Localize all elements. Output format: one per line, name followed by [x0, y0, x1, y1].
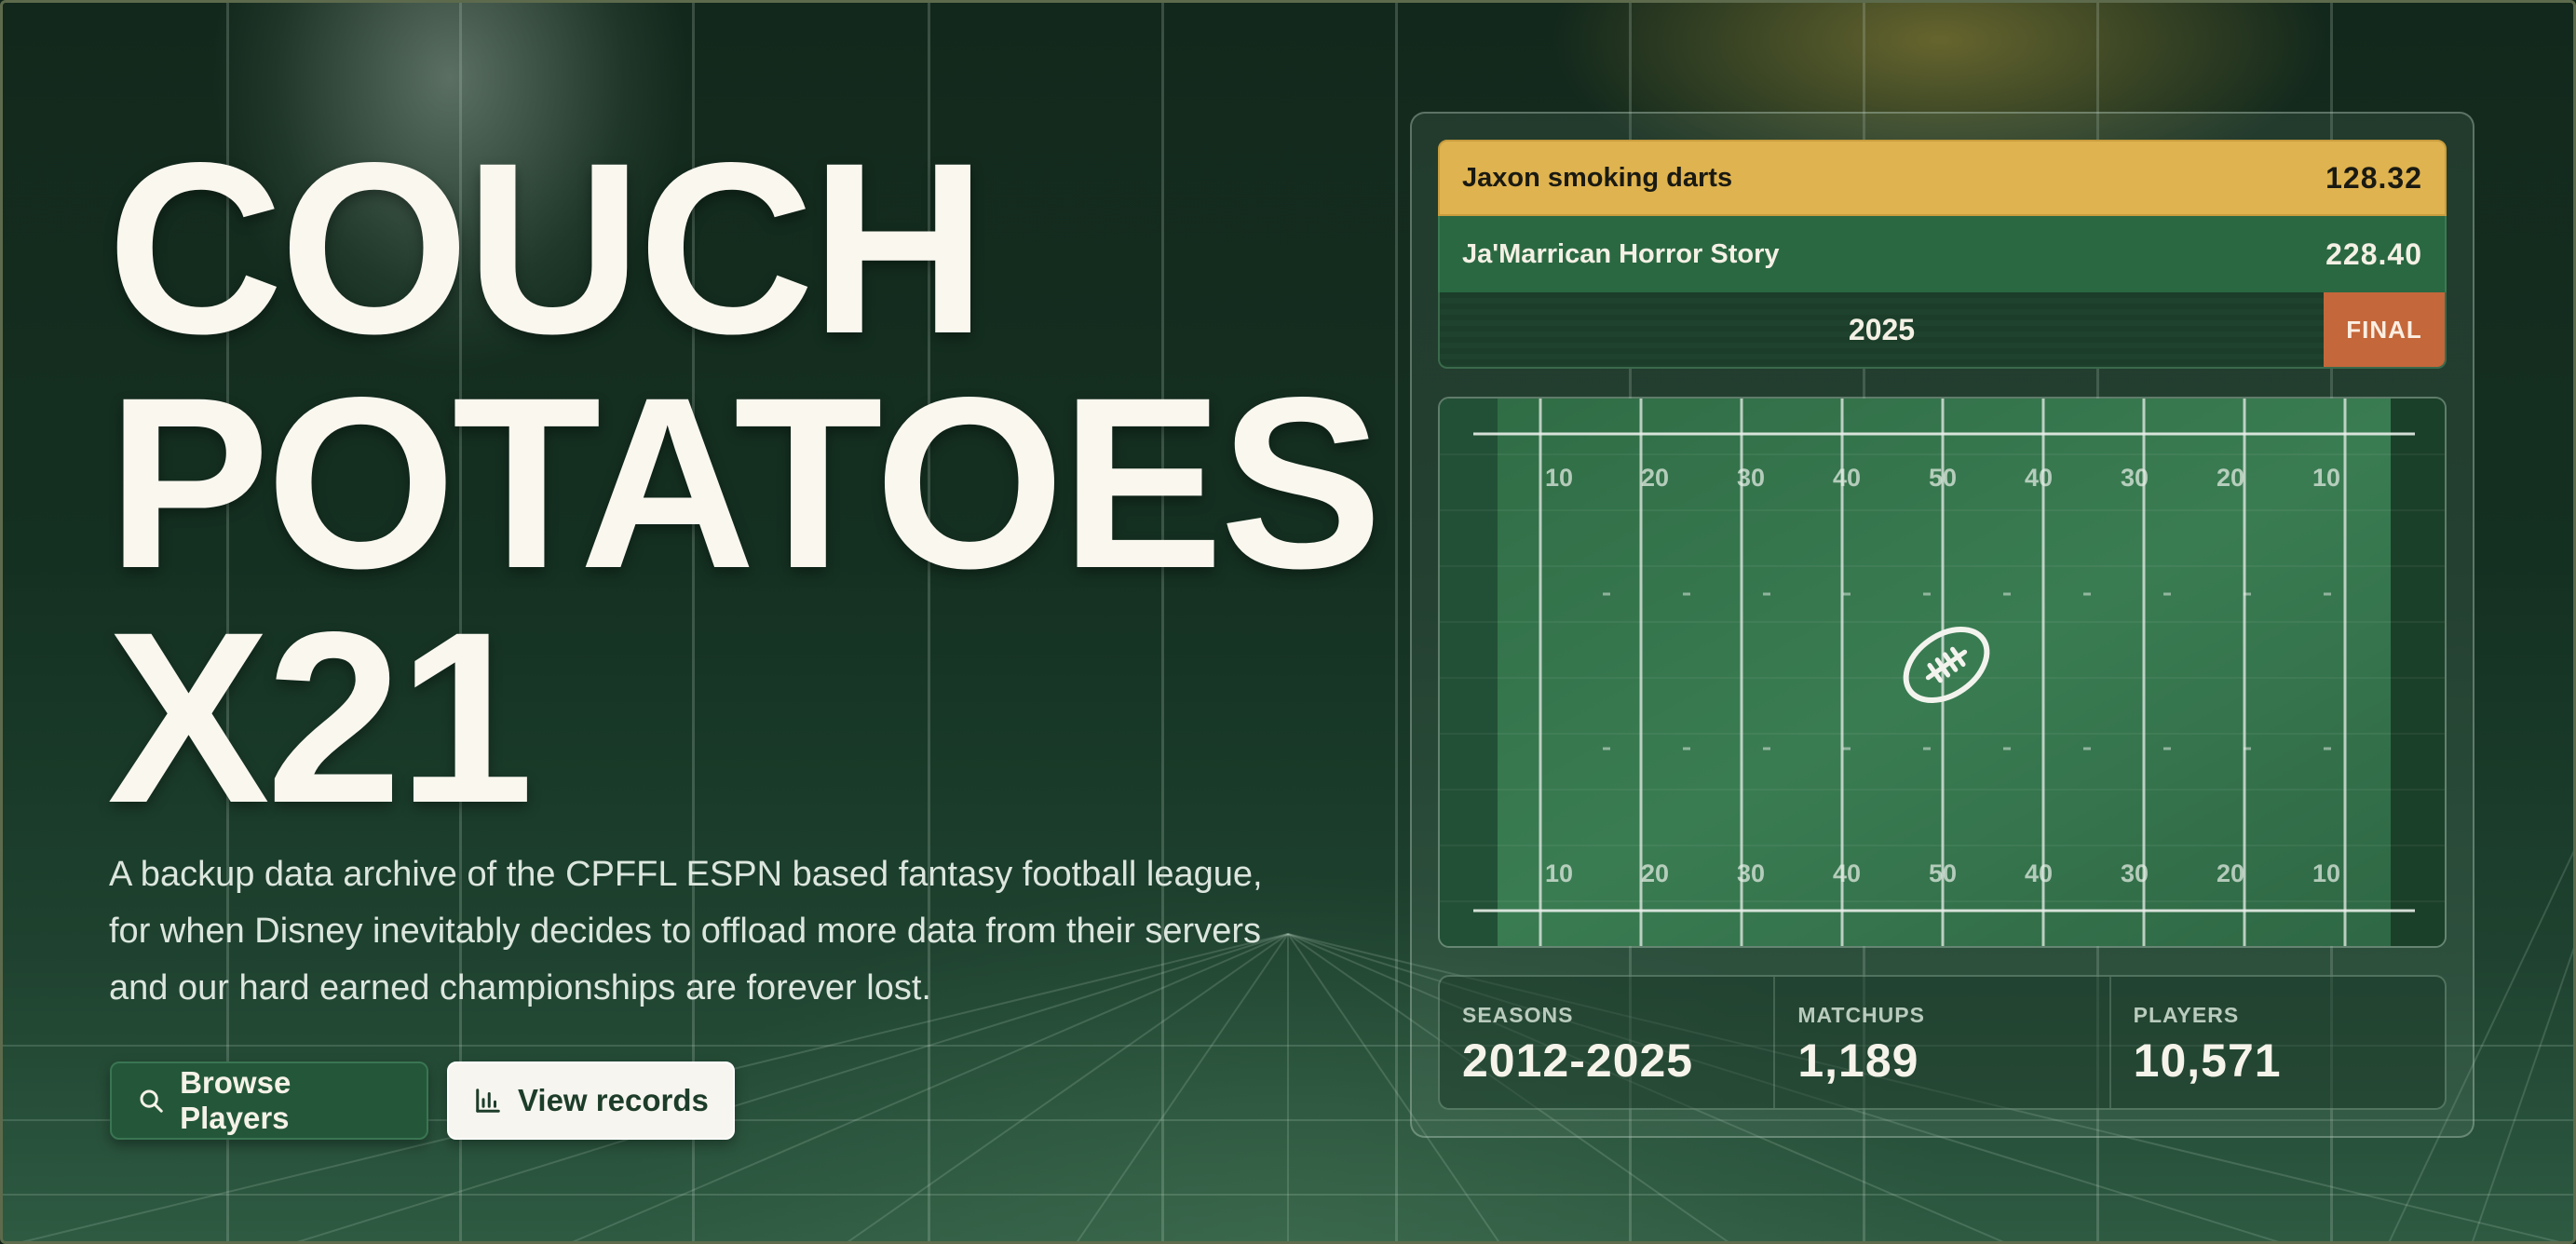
description-line: and our hard earned championships are fo…: [109, 968, 931, 1007]
yard-number: 10: [2312, 859, 2340, 887]
yard-number: 30: [2121, 859, 2149, 887]
stat-seasons: SEASONS 2012-2025: [1440, 977, 1776, 1108]
yard-number: 50: [1929, 859, 1957, 887]
yard-number: 40: [1833, 464, 1861, 492]
matchup-footer: 2025 FINAL: [1438, 292, 2447, 369]
final-badge: FINAL: [2324, 292, 2445, 367]
page-title: COUCH POTATOES X21: [107, 112, 1411, 854]
hero-section: COUCH POTATOES X21 A backup data archive…: [0, 0, 2576, 1244]
stat-matchups: MATCHUPS 1,189: [1775, 977, 2111, 1108]
yard-number: 40: [1833, 859, 1861, 887]
stat-label: SEASONS: [1462, 1003, 1574, 1027]
league-stats: SEASONS 2012-2025 MATCHUPS 1,189 PLAYERS…: [1438, 975, 2447, 1110]
stat-value: 10,571: [2133, 1034, 2282, 1087]
yard-number: 20: [1641, 859, 1669, 887]
stat-players: PLAYERS 10,571: [2111, 977, 2445, 1108]
yard-number: 50: [1929, 464, 1957, 492]
yard-number: 10: [2312, 464, 2340, 492]
stat-label: PLAYERS: [2133, 1003, 2240, 1027]
yard-number: 20: [2217, 464, 2244, 492]
team-1-name: Jaxon smoking darts: [1462, 162, 1733, 193]
matchup-team-2: Ja'Marrican Horror Story 228.40: [1438, 216, 2447, 292]
title-line: POTATOES: [107, 346, 1383, 619]
yard-number: 40: [2025, 464, 2053, 492]
title-line: COUCH: [107, 112, 987, 385]
title-line: X21: [107, 581, 534, 854]
matchup-year: 2025: [1848, 312, 1916, 346]
matchup-team-1: Jaxon smoking darts 128.32: [1438, 140, 2447, 216]
yard-number: 10: [1545, 464, 1573, 492]
browse-players-label: Browse Players: [180, 1065, 291, 1135]
description-line: A backup data archive of the CPFFL ESPN …: [109, 855, 1263, 894]
team-2-score: 228.40: [2325, 237, 2422, 271]
football-field-graphic: 10 20 30 40 50 40 30 20 10 10 20 30 40 5…: [1440, 399, 2445, 946]
stat-value: 2012-2025: [1462, 1034, 1694, 1087]
yard-number: 30: [2121, 464, 2149, 492]
yard-number: 20: [1641, 464, 1669, 492]
view-records-button[interactable]: View records: [447, 1061, 735, 1140]
yard-number: 20: [2217, 859, 2244, 887]
endzone-left: [1440, 399, 1498, 946]
bar-chart-icon: [473, 1086, 503, 1116]
search-icon: [136, 1086, 165, 1116]
description-line: for when Disney inevitably decides to of…: [109, 912, 1262, 951]
yard-number: 30: [1737, 464, 1765, 492]
team-2-name: Ja'Marrican Horror Story: [1462, 238, 1780, 269]
hero-description: A backup data archive of the CPFFL ESPN …: [109, 846, 1357, 1017]
stat-value: 1,189: [1797, 1034, 1919, 1087]
yard-number: 40: [2025, 859, 2053, 887]
team-1-score: 128.32: [2325, 160, 2422, 195]
browse-players-button[interactable]: Browse Players: [110, 1061, 428, 1140]
yard-number: 10: [1545, 859, 1573, 887]
football-field: 10 20 30 40 50 40 30 20 10 10 20 30 40 5…: [1438, 397, 2447, 948]
yard-number: 30: [1737, 859, 1765, 887]
endzone-right: [2391, 399, 2445, 946]
stat-label: MATCHUPS: [1797, 1003, 1925, 1027]
view-records-label: View records: [518, 1083, 709, 1117]
